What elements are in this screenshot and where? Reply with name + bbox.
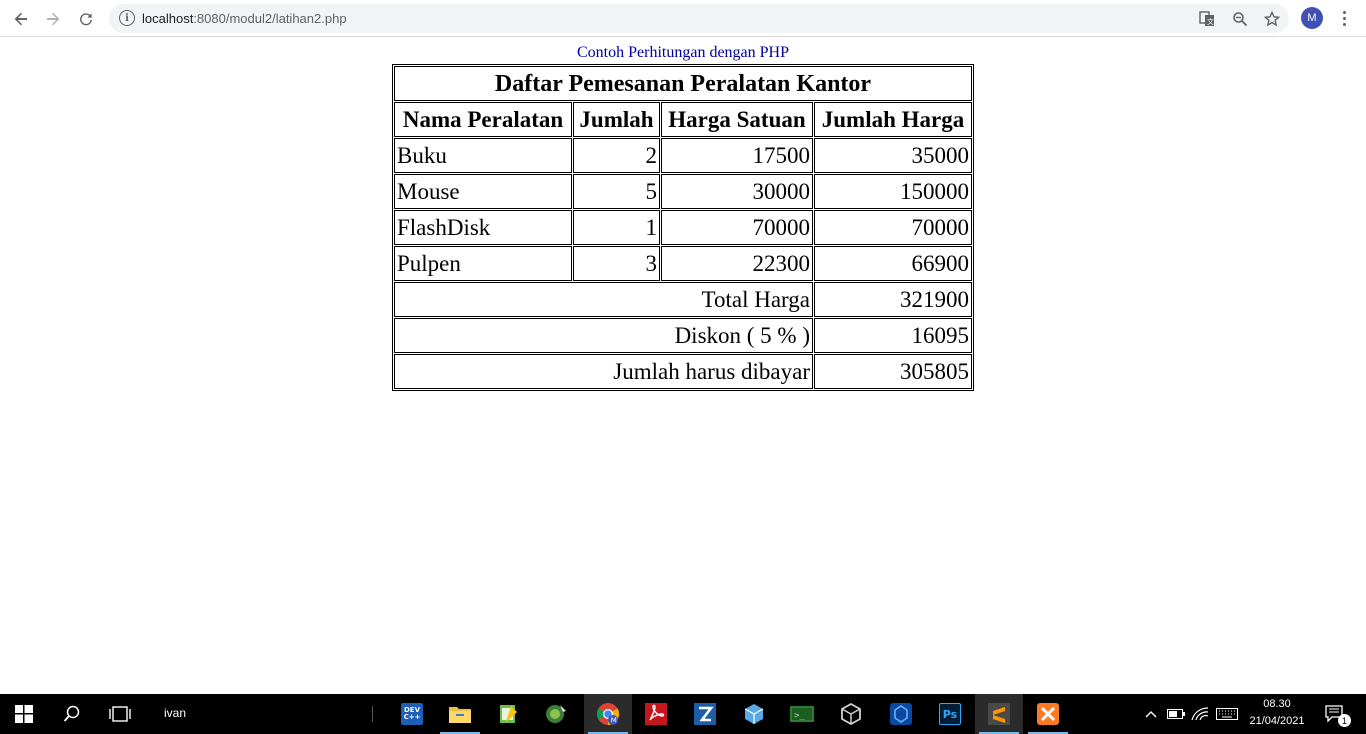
terminal-icon[interactable]: >_ bbox=[778, 694, 826, 734]
notepad-plus-icon[interactable] bbox=[484, 694, 532, 734]
battery-icon[interactable] bbox=[1164, 694, 1188, 734]
keyboard-icon[interactable] bbox=[1212, 694, 1242, 734]
sublime-text-icon[interactable] bbox=[975, 694, 1023, 734]
filezilla-icon[interactable] bbox=[681, 694, 729, 734]
app-green-icon[interactable] bbox=[532, 694, 580, 734]
cell-quantity: 2 bbox=[573, 138, 660, 173]
page-caption: Contoh Perhitungan dengan PHP bbox=[577, 44, 789, 61]
header-jumlah-harga: Jumlah Harga bbox=[814, 102, 972, 137]
zoom-icon[interactable] bbox=[1230, 9, 1250, 29]
taskbar-divider bbox=[372, 706, 373, 722]
profile-avatar[interactable]: M bbox=[1301, 7, 1323, 29]
cell-line-total: 35000 bbox=[814, 138, 972, 173]
notification-count-badge: 1 bbox=[1338, 714, 1351, 727]
virtualbox-icon[interactable] bbox=[827, 694, 875, 734]
table-row: Pulpen 3 22300 66900 bbox=[394, 246, 972, 281]
url-path: :8080/modul2/latihan2.php bbox=[193, 11, 347, 26]
summary-row-payable: Jumlah harus dibayar 305805 bbox=[394, 354, 972, 389]
diskon-label: Diskon ( 5 % ) bbox=[394, 318, 813, 353]
xampp-icon[interactable] bbox=[1024, 694, 1072, 734]
taskbar: ivan DEV C++ M >_ Ps 08.30 21/04/2021 1 bbox=[0, 694, 1366, 734]
photoshop-label: Ps bbox=[939, 703, 961, 725]
address-bar[interactable]: i localhost:8080/modul2/latihan2.php 文 bbox=[109, 4, 1289, 33]
cell-item-name: Buku bbox=[394, 138, 572, 173]
total-harga-label: Total Harga bbox=[394, 282, 813, 317]
tray-chevron-up-icon[interactable] bbox=[1140, 694, 1162, 734]
back-arrow-icon[interactable] bbox=[8, 6, 34, 32]
svg-text:M: M bbox=[611, 717, 617, 725]
cell-quantity: 5 bbox=[573, 174, 660, 209]
task-view-icon[interactable] bbox=[96, 694, 144, 734]
virtualbox-cube-icon[interactable] bbox=[730, 694, 778, 734]
jumlah-dibayar-label: Jumlah harus dibayar bbox=[394, 354, 813, 389]
chrome-icon[interactable]: M bbox=[584, 694, 632, 734]
jumlah-dibayar-value: 305805 bbox=[814, 354, 972, 389]
svg-text:>_: >_ bbox=[794, 711, 805, 721]
cell-line-total: 70000 bbox=[814, 210, 972, 245]
photoshop-icon[interactable]: Ps bbox=[926, 694, 974, 734]
search-box-text[interactable]: ivan bbox=[164, 706, 186, 720]
search-icon[interactable] bbox=[48, 694, 96, 734]
table-row: Buku 2 17500 35000 bbox=[394, 138, 972, 173]
url-host: localhost bbox=[142, 11, 194, 26]
devcpp-icon[interactable]: DEV C++ bbox=[388, 694, 436, 734]
notification-center-icon[interactable]: 1 bbox=[1318, 694, 1352, 734]
cell-quantity: 1 bbox=[573, 210, 660, 245]
cell-quantity: 3 bbox=[573, 246, 660, 281]
cell-item-name: Pulpen bbox=[394, 246, 572, 281]
cell-item-name: FlashDisk bbox=[394, 210, 572, 245]
table-row: FlashDisk 1 70000 70000 bbox=[394, 210, 972, 245]
windows-start-icon[interactable] bbox=[0, 694, 48, 734]
cell-unit-price: 30000 bbox=[661, 174, 813, 209]
summary-row-total: Total Harga 321900 bbox=[394, 282, 972, 317]
cell-item-name: Mouse bbox=[394, 174, 572, 209]
table-title: Daftar Pemesanan Peralatan Kantor bbox=[394, 66, 972, 101]
bookmark-star-icon[interactable] bbox=[1262, 9, 1282, 29]
cell-unit-price: 17500 bbox=[661, 138, 813, 173]
acrobat-icon[interactable] bbox=[632, 694, 680, 734]
cell-unit-price: 70000 bbox=[661, 210, 813, 245]
cell-line-total: 150000 bbox=[814, 174, 972, 209]
clock-date[interactable]: 21/04/2021 bbox=[1244, 715, 1310, 727]
order-table: Daftar Pemesanan Peralatan Kantor Nama P… bbox=[392, 64, 974, 391]
clock-time[interactable]: 08.30 bbox=[1244, 698, 1310, 710]
table-header-row: Nama Peralatan Jumlah Harga Satuan Jumla… bbox=[394, 102, 972, 137]
diskon-value: 16095 bbox=[814, 318, 972, 353]
network-icon[interactable] bbox=[1188, 694, 1212, 734]
header-harga-satuan: Harga Satuan bbox=[661, 102, 813, 137]
browser-toolbar: i localhost:8080/modul2/latihan2.php 文 M bbox=[0, 0, 1366, 37]
svg-text:文: 文 bbox=[1207, 17, 1214, 26]
cell-line-total: 66900 bbox=[814, 246, 972, 281]
table-row: Mouse 5 30000 150000 bbox=[394, 174, 972, 209]
header-nama-peralatan: Nama Peralatan bbox=[394, 102, 572, 137]
forward-arrow-icon[interactable] bbox=[40, 6, 66, 32]
page-content: Contoh Perhitungan dengan PHP Daftar Pem… bbox=[0, 38, 1366, 694]
cell-unit-price: 22300 bbox=[661, 246, 813, 281]
file-explorer-icon[interactable] bbox=[436, 694, 484, 734]
reload-icon[interactable] bbox=[73, 6, 99, 32]
summary-row-discount: Diskon ( 5 % ) 16095 bbox=[394, 318, 972, 353]
app-blue-icon[interactable] bbox=[877, 694, 925, 734]
header-jumlah: Jumlah bbox=[573, 102, 660, 137]
url-text[interactable]: localhost:8080/modul2/latihan2.php bbox=[142, 11, 347, 26]
info-icon[interactable]: i bbox=[119, 10, 135, 26]
total-harga-value: 321900 bbox=[814, 282, 972, 317]
menu-dots-icon[interactable] bbox=[1334, 8, 1354, 28]
translate-icon[interactable]: 文 bbox=[1197, 9, 1217, 29]
devcpp-label: DEV C++ bbox=[401, 703, 423, 725]
